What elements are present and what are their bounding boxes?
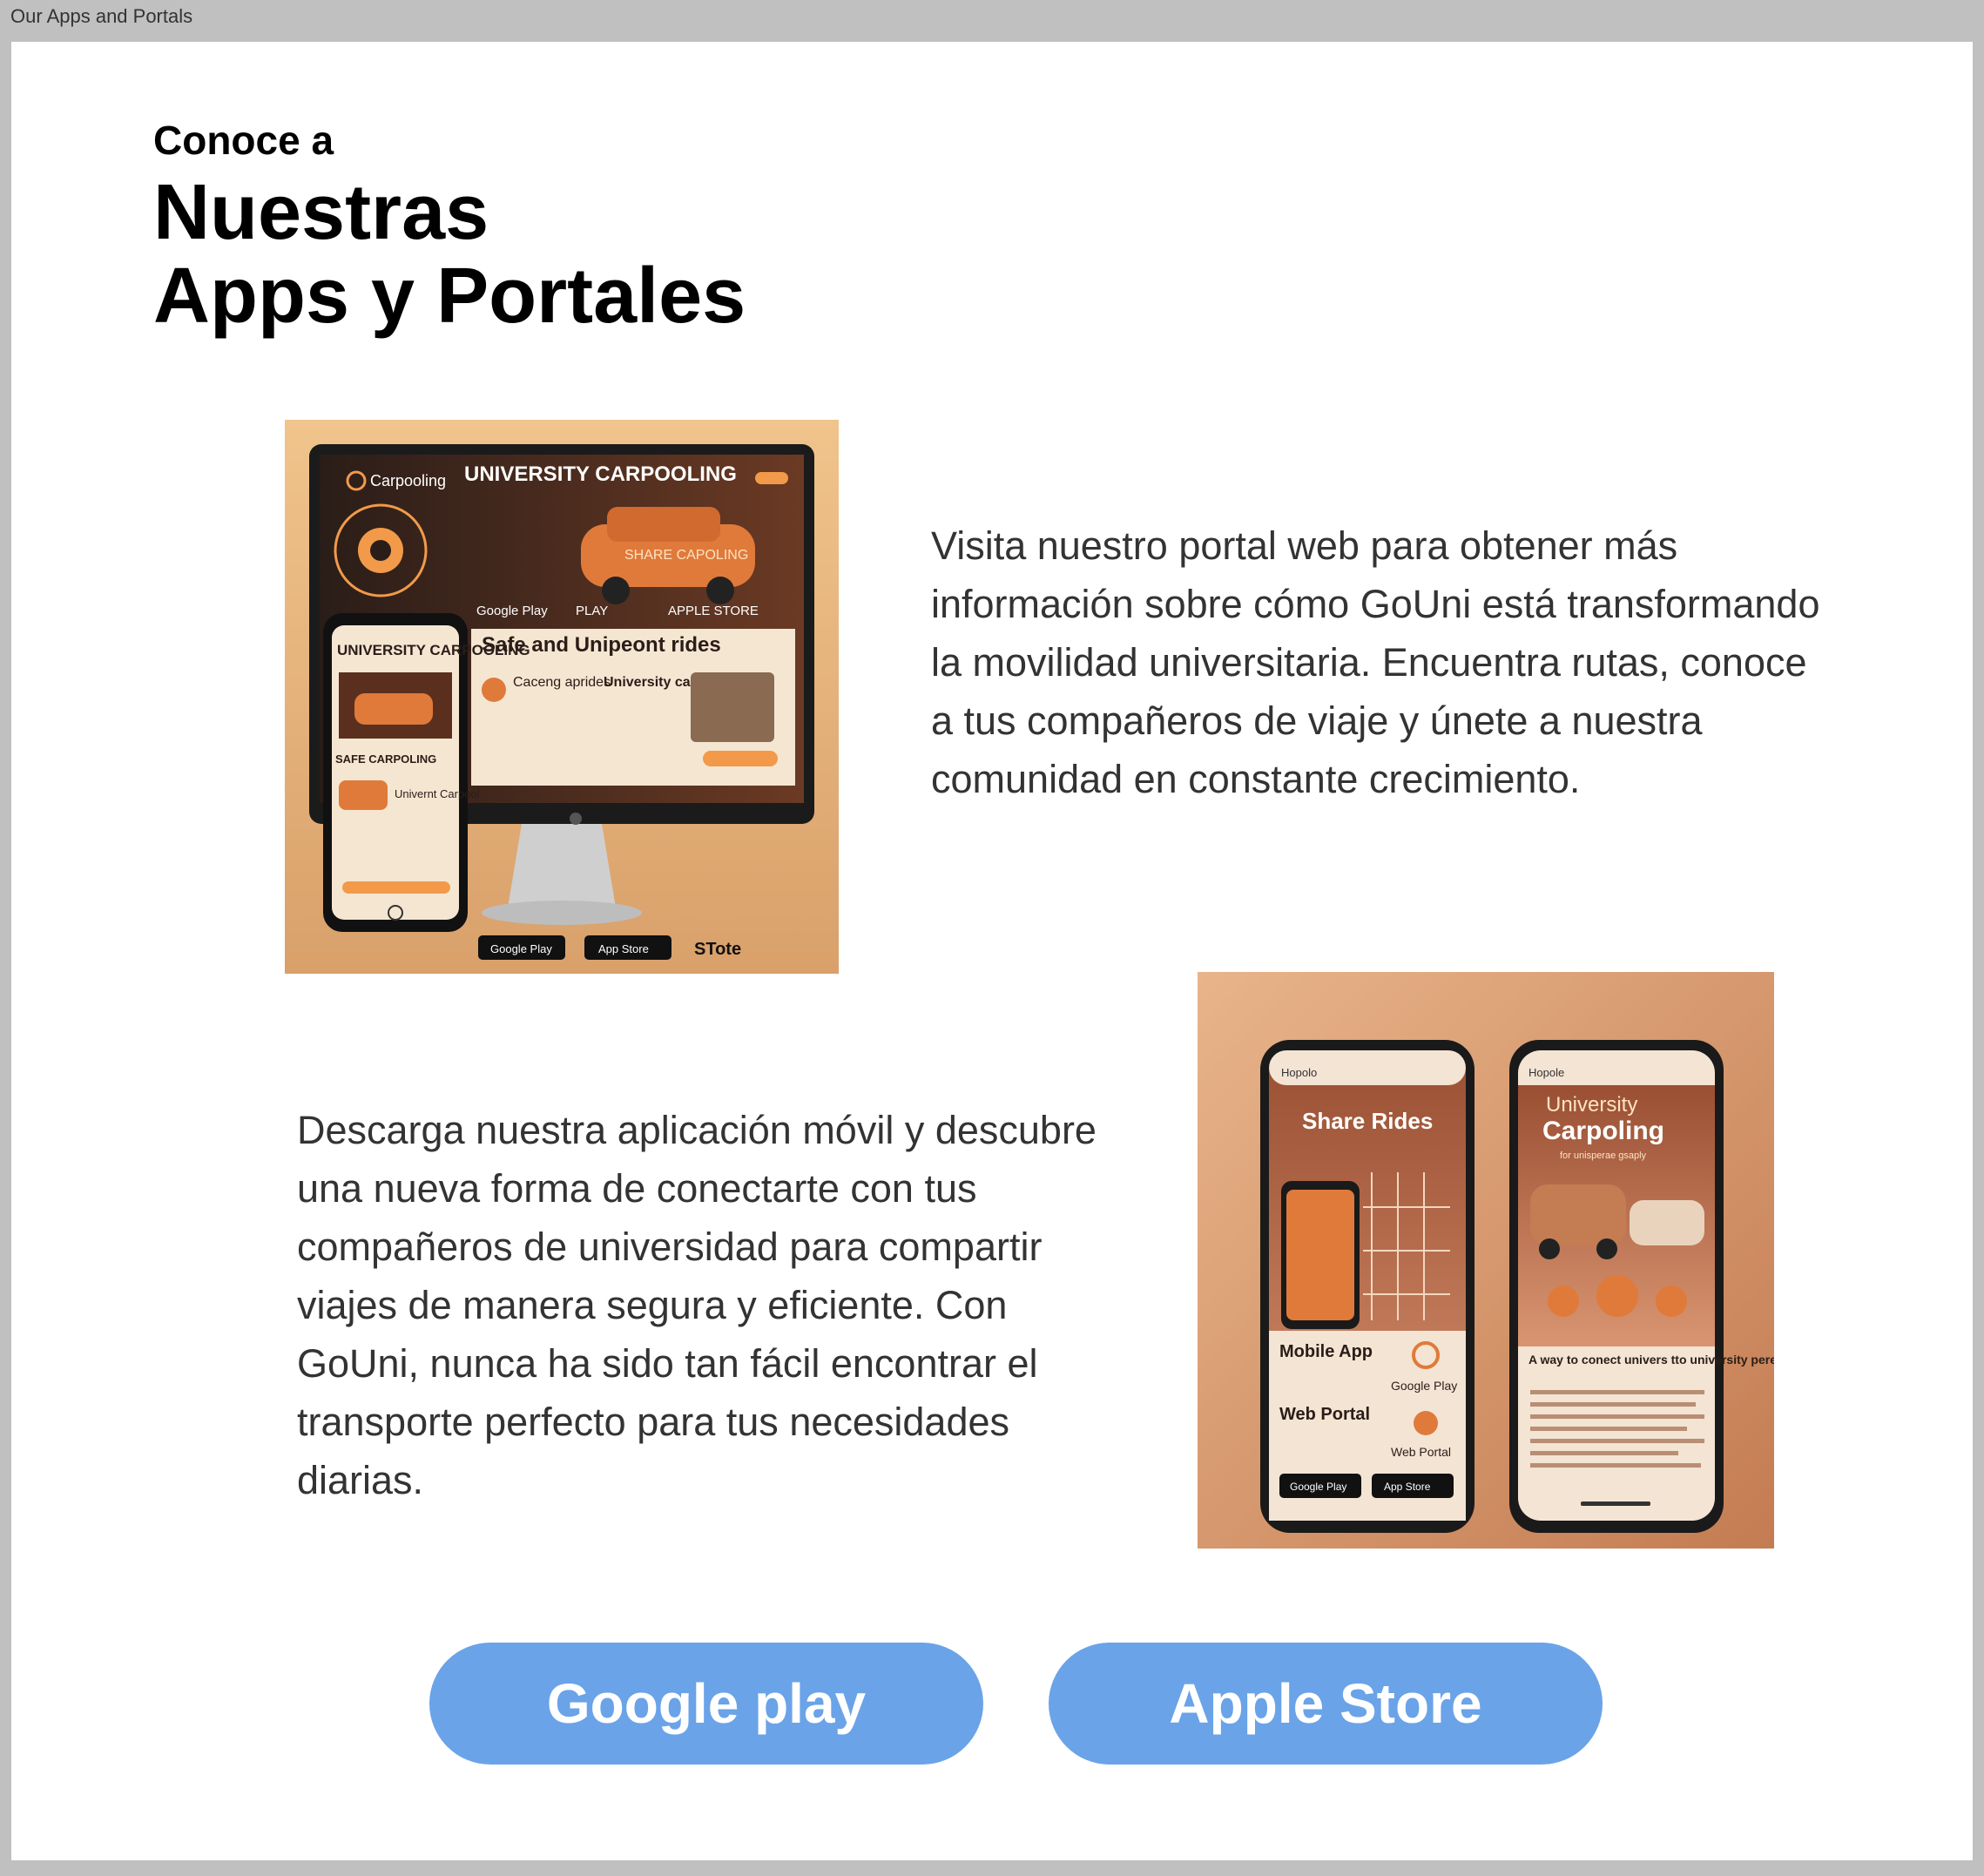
portal-description: Visita nuestro portal web para obtener m… bbox=[931, 523, 1820, 801]
app-right-headline2: Carpoling bbox=[1542, 1117, 1664, 1145]
page-title: Nuestras Apps y Portales bbox=[153, 171, 746, 338]
portal-brand: Carpooling bbox=[370, 472, 446, 489]
app-left-item2: Web Portal bbox=[1279, 1405, 1370, 1424]
app-right-headline1: University bbox=[1546, 1093, 1637, 1117]
page-title-line1: Nuestras bbox=[153, 169, 489, 256]
mobile-app-image: Hopolo Share Rides Mobile App Google Pla… bbox=[1198, 972, 1924, 1549]
portal-badge-google: Google Play bbox=[490, 942, 552, 955]
app-right-brand: Hopole bbox=[1528, 1066, 1564, 1079]
portal-headline-text: UNIVERSITY CARPOOLING bbox=[464, 462, 737, 486]
mobile-app-illustration: Hopolo Share Rides Mobile App Google Pla… bbox=[1198, 972, 1924, 1549]
section-eyebrow: Conoce a bbox=[153, 118, 334, 163]
portal-store-play: PLAY bbox=[576, 604, 608, 618]
app-right-caption: A way to conect univers tto university p… bbox=[1528, 1353, 1774, 1367]
app-left-item2-store: Web Portal bbox=[1391, 1445, 1451, 1459]
portal-phone-feature: Univernt Carpool bbox=[395, 787, 480, 800]
portal-store-apple: APPLE STORE bbox=[668, 604, 759, 618]
window-title: Our Apps and Portals bbox=[10, 5, 193, 27]
portal-store-google: Google Play bbox=[476, 604, 548, 618]
portal-headline: UNIVERSITY CARPOOLING bbox=[464, 462, 737, 486]
portal-phone-badge: SAFE CARPOLING bbox=[335, 752, 436, 766]
app-left-item1-store: Google Play bbox=[1391, 1379, 1457, 1393]
web-portal-illustration: Carpooling UNIVERSITY CARPOOLING SHARE C… bbox=[285, 420, 839, 974]
app-left-headline: Share Rides bbox=[1302, 1108, 1433, 1134]
app-left-badge-google: Google Play bbox=[1290, 1481, 1346, 1493]
portal-badge-appstore: App Store bbox=[598, 942, 649, 955]
app-left-brand: Hopolo bbox=[1281, 1066, 1317, 1079]
portal-phone-headline: UNIVERSITY CARPOOLING bbox=[337, 642, 530, 658]
app-description: Descarga nuestra aplicación móvil y desc… bbox=[297, 1108, 1097, 1502]
web-portal-image: Carpooling UNIVERSITY CARPOOLING SHARE C… bbox=[285, 420, 839, 974]
portal-badge-store: STote bbox=[694, 940, 741, 959]
google-play-button[interactable]: Google play bbox=[429, 1643, 983, 1765]
app-right-caption-text: A way to conect univers tto university p… bbox=[1528, 1353, 1774, 1367]
page-title-line2: Apps y Portales bbox=[153, 253, 746, 340]
portal-car-badge: SHARE CAPOLING bbox=[624, 548, 748, 563]
apple-store-button[interactable]: Apple Store bbox=[1049, 1643, 1603, 1765]
app-left-badge-appstore: App Store bbox=[1384, 1481, 1431, 1493]
app-left-item1: Mobile App bbox=[1279, 1342, 1373, 1361]
portal-feature1: Caceng aprides bbox=[513, 675, 611, 690]
page-canvas: Conoce a Nuestras Apps y Portales Carpoo… bbox=[11, 42, 1973, 1860]
app-right-tagline: for unisperae gsaply bbox=[1560, 1151, 1647, 1161]
